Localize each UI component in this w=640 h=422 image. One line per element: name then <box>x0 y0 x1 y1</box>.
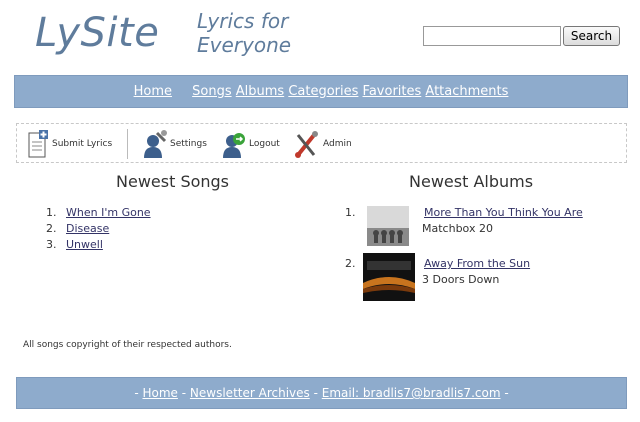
list-item-number: 1. <box>46 206 57 219</box>
album-artist: 3 Doors Down <box>422 273 500 286</box>
logout-label: Logout <box>249 139 280 149</box>
footer-separator: - <box>313 386 318 400</box>
song-link[interactable]: When I'm Gone <box>66 205 151 221</box>
settings-icon <box>144 130 167 158</box>
nav-songs[interactable]: Songs <box>192 84 231 99</box>
footer-home-link[interactable]: Home <box>142 386 177 400</box>
site-logo[interactable]: LySite <box>35 10 159 56</box>
album-link[interactable]: Away From the Sun <box>424 257 530 270</box>
admin-icon <box>295 131 318 158</box>
newest-albums-heading: Newest Albums <box>409 172 534 191</box>
list-item-number: 3. <box>46 238 57 251</box>
footer-bar: - Home - Newsletter Archives - Email: br… <box>16 377 627 409</box>
user-toolbar: Submit Lyrics Settings Logout Admin <box>16 123 627 163</box>
admin-label: Admin <box>323 139 352 149</box>
footer-separator: - <box>134 386 139 400</box>
logout-icon <box>223 133 245 158</box>
submit-lyrics-label: Submit Lyrics <box>52 139 113 149</box>
search-input[interactable] <box>423 26 561 46</box>
footer-separator: - <box>181 386 187 400</box>
song-link[interactable]: Unwell <box>66 237 103 253</box>
nav-albums[interactable]: Albums <box>236 84 284 99</box>
copyright-notice: All songs copyright of their respected a… <box>23 340 232 350</box>
album-cover-image[interactable] <box>363 253 415 301</box>
album-link[interactable]: More Than You Think You Are <box>424 206 583 219</box>
album-artist: Matchbox 20 <box>422 222 493 235</box>
nav-home[interactable]: Home <box>134 84 172 99</box>
nav-categories[interactable]: Categories <box>288 84 358 99</box>
song-link[interactable]: Disease <box>66 221 109 237</box>
logout-button[interactable]: Logout <box>222 128 280 160</box>
submit-lyrics-icon <box>28 130 48 158</box>
toolbar-divider <box>127 129 128 159</box>
footer-newsletter-link[interactable]: Newsletter Archives <box>190 386 310 400</box>
site-tagline: Lyrics for Everyone <box>197 9 292 57</box>
settings-button[interactable]: Settings <box>143 128 207 160</box>
list-item-number: 2. <box>46 222 57 235</box>
nav-favorites[interactable]: Favorites <box>363 84 422 99</box>
main-nav: Home Songs Albums Categories Favorites A… <box>14 75 628 108</box>
album-cover-image[interactable] <box>367 206 409 246</box>
search-button[interactable]: Search <box>563 26 620 46</box>
footer-email-link[interactable]: Email: bradlis7@bradlis7.com <box>322 386 501 400</box>
nav-attachments[interactable]: Attachments <box>425 84 508 99</box>
list-item: 3. Unwell <box>46 237 151 253</box>
submit-lyrics-button[interactable]: Submit Lyrics <box>27 128 112 160</box>
list-item-number: 1. <box>345 206 356 219</box>
settings-label: Settings <box>170 139 207 149</box>
list-item-number: 2. <box>345 257 356 270</box>
footer-separator: - <box>504 386 509 400</box>
newest-songs-list: 1. When I'm Gone 2. Disease 3. Unwell <box>46 205 151 253</box>
newest-songs-heading: Newest Songs <box>116 172 230 191</box>
admin-button[interactable]: Admin <box>294 128 352 160</box>
list-item: 2. Disease <box>46 221 151 237</box>
list-item: 1. When I'm Gone <box>46 205 151 221</box>
